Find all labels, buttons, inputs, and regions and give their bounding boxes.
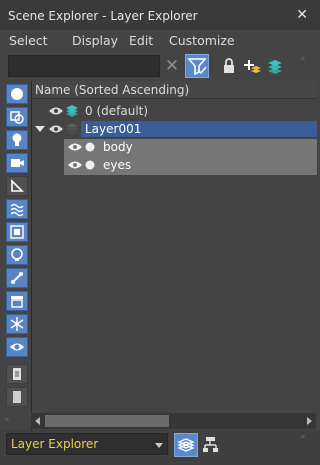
filter-toggle-button[interactable] bbox=[185, 54, 209, 78]
horizontal-scrollbar[interactable] bbox=[31, 413, 316, 429]
page-icon bbox=[13, 368, 21, 380]
bottom-bar: Layer Explorer » bbox=[0, 430, 320, 465]
expand-arrow-icon[interactable] bbox=[35, 126, 45, 132]
layers-stack-icon bbox=[268, 60, 282, 74]
menu-customize[interactable]: Customize bbox=[169, 33, 235, 48]
object-dot-icon bbox=[85, 160, 95, 170]
tree-row-body[interactable]: body bbox=[32, 138, 317, 157]
scroll-thumb[interactable] bbox=[45, 415, 169, 427]
sort-by-hierarchy-button[interactable] bbox=[201, 435, 221, 455]
eye-icon[interactable] bbox=[68, 160, 82, 170]
layers-stack-icon bbox=[177, 438, 195, 452]
filter-icon bbox=[187, 58, 207, 76]
filter-containers-button[interactable] bbox=[6, 291, 28, 311]
frozen-icon bbox=[10, 317, 24, 331]
filter-lights-button[interactable] bbox=[6, 130, 28, 150]
tree-row-default-layer[interactable]: 0 (default) bbox=[32, 102, 317, 120]
container-icon bbox=[11, 296, 23, 308]
group-icon bbox=[10, 225, 24, 239]
filter-spacewarps-button[interactable] bbox=[6, 199, 28, 219]
filter-bones-button[interactable] bbox=[6, 268, 28, 288]
shapes-icon bbox=[10, 111, 24, 124]
search-input[interactable] bbox=[8, 55, 160, 77]
blank-icon bbox=[13, 391, 21, 403]
layer-tree[interactable]: Name (Sorted Ascending) 0 (default) Laye… bbox=[31, 81, 317, 431]
object-dot-icon bbox=[85, 142, 95, 152]
lock-icon bbox=[224, 58, 234, 73]
filter-helpers-button[interactable] bbox=[6, 176, 28, 196]
menu-edit[interactable]: Edit bbox=[129, 33, 153, 48]
eye-icon[interactable] bbox=[49, 106, 63, 116]
add-layer-button[interactable] bbox=[242, 56, 262, 76]
bottom-overflow-chevron-icon[interactable]: » bbox=[300, 432, 305, 442]
layers-stack-icon bbox=[66, 123, 78, 135]
camera-icon bbox=[11, 159, 24, 167]
layers-stack-icon bbox=[66, 105, 78, 117]
close-button[interactable]: ✕ bbox=[296, 7, 308, 23]
tree-row-layer001[interactable]: Layer001 bbox=[32, 120, 317, 138]
window-title: Scene Explorer - Layer Explorer bbox=[8, 9, 198, 23]
name-column-header[interactable]: Name (Sorted Ascending) bbox=[32, 81, 317, 99]
tree-row-eyes[interactable]: eyes bbox=[32, 156, 317, 175]
column-header-label: Name (Sorted Ascending) bbox=[35, 83, 190, 97]
tree-row-label: 0 (default) bbox=[85, 104, 149, 118]
filter-all-button[interactable] bbox=[6, 387, 28, 407]
helper-ruler-icon bbox=[11, 179, 24, 192]
object-type-filter-rail: » bbox=[4, 80, 30, 430]
lock-button[interactable] bbox=[219, 56, 239, 76]
light-bulb-icon bbox=[12, 133, 22, 146]
sort-by-layer-button[interactable] bbox=[174, 433, 198, 457]
menu-display[interactable]: Display bbox=[72, 33, 118, 48]
toolbar-overflow-chevron-icon[interactable]: » bbox=[300, 54, 305, 64]
eye-icon[interactable] bbox=[49, 124, 63, 134]
eye-icon[interactable] bbox=[68, 142, 82, 152]
scroll-right-arrow-icon[interactable] bbox=[307, 417, 312, 425]
filter-groups-button[interactable] bbox=[6, 222, 28, 242]
tree-row-label: eyes bbox=[103, 158, 132, 172]
tree-row-label: body bbox=[103, 140, 133, 154]
toolbar: ✕ » bbox=[0, 52, 320, 80]
rail-overflow-chevron-icon[interactable]: » bbox=[4, 415, 9, 425]
spacewarp-icon bbox=[10, 203, 24, 217]
title-bar: Scene Explorer - Layer Explorer ✕ bbox=[0, 0, 320, 30]
filter-xrefs-button[interactable] bbox=[6, 245, 28, 265]
hierarchy-icon bbox=[203, 437, 218, 452]
tree-row-label: Layer001 bbox=[81, 121, 317, 137]
bone-icon bbox=[11, 272, 23, 284]
filter-frozen-button[interactable] bbox=[6, 314, 28, 334]
menu-bar: Select Display Edit Customize bbox=[0, 30, 320, 52]
filter-geometry-button[interactable] bbox=[6, 84, 28, 104]
filter-cameras-button[interactable] bbox=[6, 153, 28, 173]
scroll-left-arrow-icon[interactable] bbox=[35, 417, 40, 425]
layers-button[interactable] bbox=[265, 56, 285, 76]
chevron-down-icon bbox=[155, 443, 163, 448]
filter-hidden-button[interactable] bbox=[6, 337, 28, 357]
filter-misc-button[interactable] bbox=[6, 364, 28, 384]
explorer-selector-value: Layer Explorer bbox=[11, 437, 99, 451]
explorer-selector[interactable]: Layer Explorer bbox=[6, 433, 168, 455]
hidden-eye-icon bbox=[10, 343, 24, 351]
filter-shapes-button[interactable] bbox=[6, 107, 28, 127]
xref-icon bbox=[11, 248, 23, 261]
add-layer-icon bbox=[244, 60, 261, 73]
menu-select[interactable]: Select bbox=[9, 33, 48, 48]
sphere-icon bbox=[11, 88, 23, 100]
clear-search-button[interactable]: ✕ bbox=[163, 56, 181, 76]
